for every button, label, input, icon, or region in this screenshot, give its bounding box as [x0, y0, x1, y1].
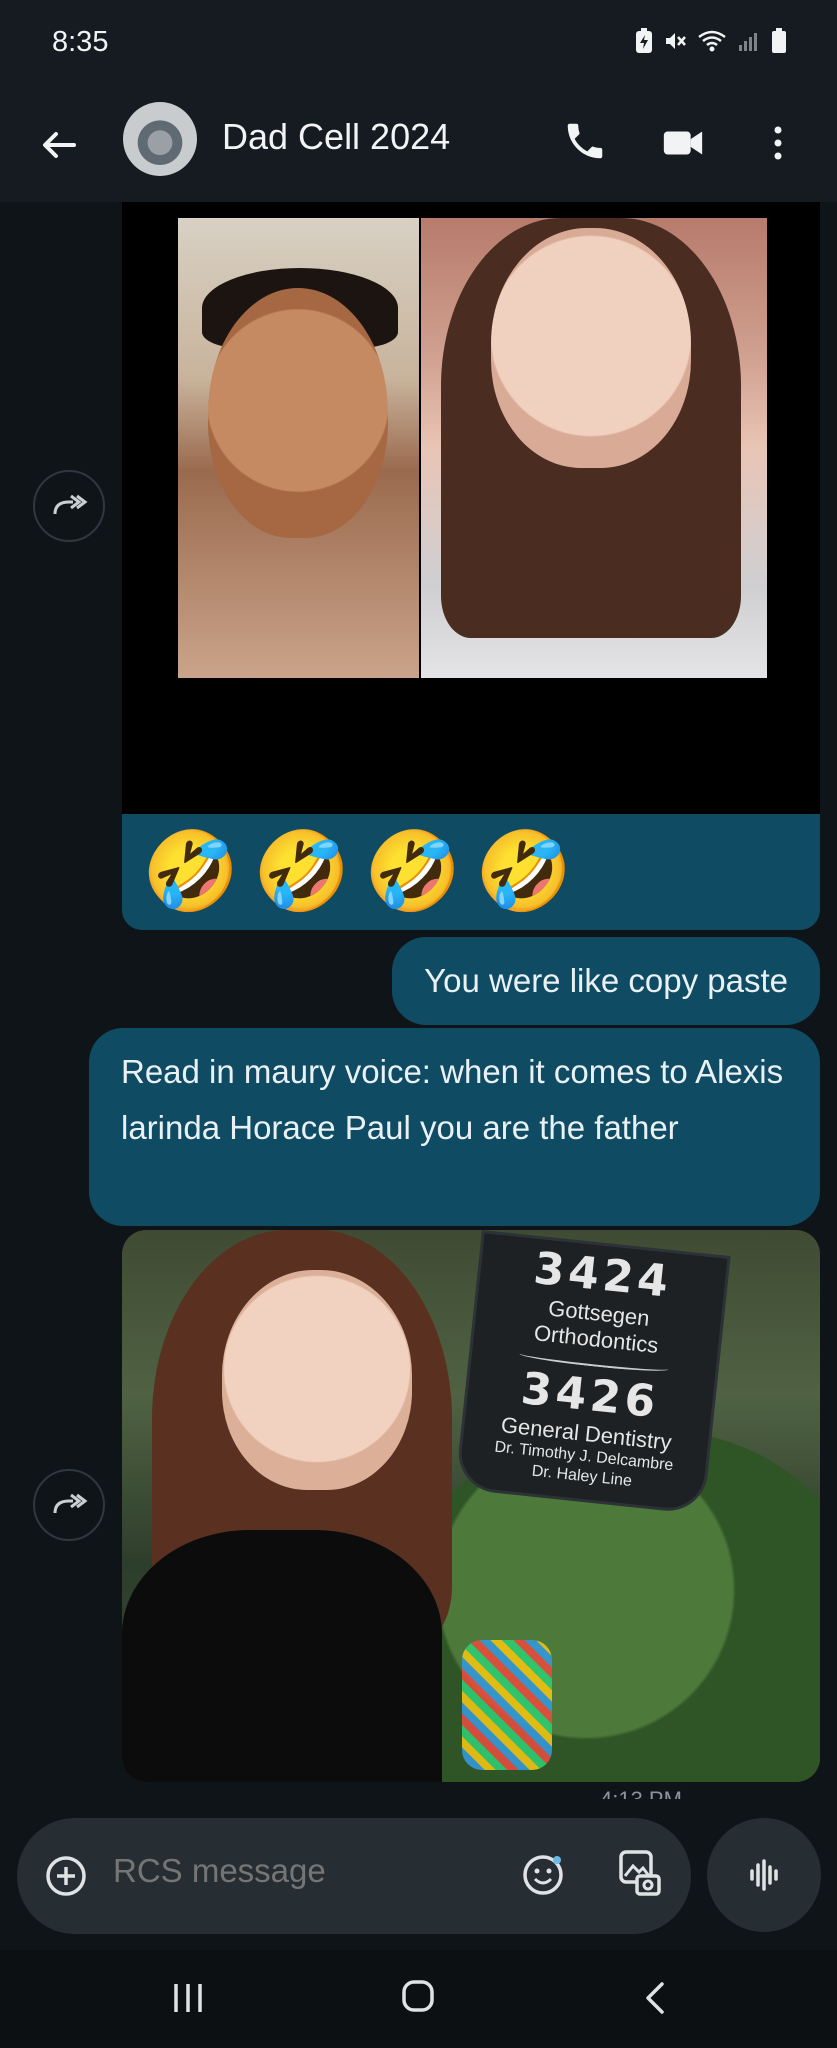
mute-icon	[663, 29, 687, 58]
system-nav-bar	[0, 1950, 837, 2048]
emoji-message[interactable]: 🤣 🤣 🤣 🤣	[122, 814, 820, 930]
gallery-icon[interactable]	[615, 1848, 665, 1898]
battery-icon	[771, 28, 787, 59]
phone-icon[interactable]	[562, 118, 608, 164]
emoji-icon[interactable]	[520, 1852, 566, 1898]
status-icons	[635, 28, 787, 59]
forward-icon[interactable]	[33, 1469, 105, 1541]
recents-icon[interactable]	[168, 1980, 208, 2016]
composer	[17, 1818, 691, 1934]
message-list[interactable]: 🤣 🤣 🤣 🤣 You were like copy paste Read in…	[0, 202, 837, 1812]
waveform-icon	[750, 1859, 778, 1891]
image-message[interactable]: 3424 Gottsegen Orthodontics 3426 General…	[122, 1230, 820, 1782]
laughing-emoji: 🤣	[364, 827, 462, 917]
wifi-icon	[697, 29, 727, 58]
text-message[interactable]: You were like copy paste	[392, 937, 820, 1025]
photo-man	[178, 218, 419, 678]
battery-saver-icon	[635, 28, 653, 59]
photo-woman	[421, 218, 767, 678]
video-icon[interactable]	[660, 120, 706, 166]
signal-icon	[737, 29, 761, 58]
laughing-emoji: 🤣	[253, 827, 351, 917]
nav-back-icon[interactable]	[640, 1978, 670, 2018]
message-input[interactable]	[113, 1852, 493, 1890]
laughing-emoji: 🤣	[475, 827, 573, 917]
app-bar: Dad Cell 2024	[0, 90, 837, 202]
candy-bag	[462, 1640, 552, 1770]
back-arrow-icon[interactable]	[34, 120, 84, 170]
contact-avatar[interactable]	[123, 102, 197, 176]
home-icon[interactable]	[400, 1978, 436, 2014]
message-timestamp: 4:13 PM	[600, 1787, 682, 1799]
more-vert-icon[interactable]	[763, 120, 793, 166]
text-message[interactable]: Read in maury voice: when it comes to Al…	[89, 1028, 820, 1226]
image-message[interactable]	[122, 202, 820, 814]
status-bar: 8:35	[0, 0, 837, 90]
add-circle-icon[interactable]	[44, 1854, 88, 1898]
forward-icon[interactable]	[33, 470, 105, 542]
contact-name[interactable]: Dad Cell 2024	[222, 116, 450, 158]
voice-message-button[interactable]	[707, 1818, 821, 1932]
status-time: 8:35	[52, 26, 109, 58]
office-sign: 3424 Gottsegen Orthodontics 3426 General…	[454, 1230, 731, 1515]
laughing-emoji: 🤣	[142, 827, 240, 917]
